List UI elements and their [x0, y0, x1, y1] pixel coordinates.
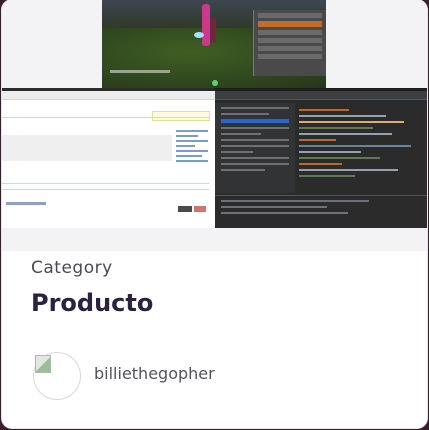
broken-image-icon — [35, 355, 51, 373]
author-name[interactable]: billiethegopher — [94, 364, 215, 383]
author-avatar[interactable] — [33, 352, 81, 400]
ide-window-screenshot — [215, 88, 427, 232]
product-card[interactable]: Category Producto billiethegopher — [2, 0, 427, 428]
game-window-screenshot — [102, 0, 326, 88]
category-label: Category — [31, 258, 113, 278]
card-thumbnail — [2, 0, 427, 251]
browser-window-screenshot — [2, 88, 215, 231]
card-title[interactable]: Producto — [31, 289, 153, 317]
